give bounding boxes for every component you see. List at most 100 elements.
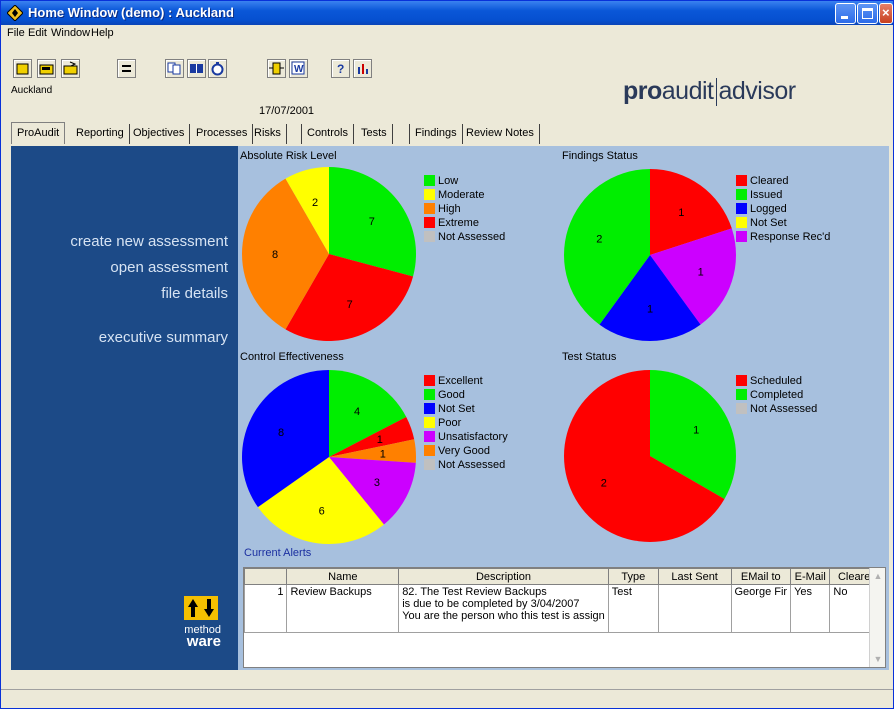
legend-swatch bbox=[424, 389, 435, 400]
col-header-email-to[interactable]: EMail to bbox=[730, 568, 792, 585]
legend-swatch bbox=[424, 217, 435, 228]
new-button[interactable] bbox=[13, 59, 32, 78]
book-button[interactable] bbox=[187, 59, 206, 78]
tab-findings[interactable]: Findings bbox=[409, 124, 463, 144]
legend-item: Not Set bbox=[736, 216, 830, 230]
risk-chart-title: Absolute Risk Level bbox=[240, 150, 337, 162]
scroll-up-icon[interactable]: ▲ bbox=[871, 569, 885, 583]
row-number: 1 bbox=[244, 584, 288, 633]
file-details-link[interactable]: file details bbox=[161, 285, 228, 302]
slice-value-label: 3 bbox=[374, 477, 380, 489]
alerts-grid[interactable]: Name Description Type Last Sent EMail to… bbox=[243, 567, 886, 668]
table-row[interactable]: 1 Review Backups 82. The Test Review Bac… bbox=[244, 584, 885, 633]
slice-value-label: 1 bbox=[693, 424, 699, 436]
cell-type[interactable]: Test bbox=[607, 584, 659, 633]
legend-label: Not Assessed bbox=[438, 459, 506, 471]
tab-objectives[interactable]: Objectives bbox=[128, 124, 191, 144]
legend-item: Good bbox=[424, 388, 508, 402]
legend-label: Not Set bbox=[750, 217, 787, 229]
word-export-button[interactable]: W bbox=[289, 59, 308, 78]
legend-item: Excellent bbox=[424, 374, 508, 388]
tab-proaudit[interactable]: ProAudit bbox=[11, 122, 66, 144]
legend-label: Logged bbox=[750, 203, 787, 215]
tab-tests[interactable]: Tests bbox=[356, 124, 393, 144]
legend-swatch bbox=[736, 389, 747, 400]
import-button[interactable] bbox=[267, 59, 286, 78]
legend-label: Not Assessed bbox=[750, 403, 818, 415]
open-assessment-link[interactable]: open assessment bbox=[110, 259, 228, 276]
legend-swatch bbox=[736, 231, 747, 242]
legend-item: Low bbox=[424, 174, 505, 188]
minimize-button[interactable] bbox=[835, 3, 856, 24]
menu-file[interactable]: File bbox=[7, 27, 25, 39]
question-icon: ? bbox=[337, 62, 344, 76]
sidebar: create new assessment open assessment fi… bbox=[11, 146, 238, 670]
close-button[interactable]: × bbox=[879, 3, 893, 24]
description-line: is due to be completed by 3/04/2007 bbox=[402, 598, 580, 610]
title-bar[interactable]: Home Window (demo) : Auckland × bbox=[1, 1, 893, 25]
scroll-down-icon[interactable]: ▼ bbox=[871, 652, 885, 666]
chart-button[interactable] bbox=[353, 59, 372, 78]
tab-reporting[interactable]: Reporting bbox=[71, 124, 130, 144]
alerts-scrollbar[interactable]: ▲ ▼ bbox=[869, 568, 885, 667]
folder-icon bbox=[39, 64, 54, 75]
legend-swatch bbox=[736, 203, 747, 214]
stopwatch-button[interactable] bbox=[208, 59, 227, 78]
legend-swatch bbox=[736, 189, 747, 200]
menu-edit[interactable]: Edit bbox=[28, 27, 47, 39]
import-icon bbox=[269, 62, 284, 75]
legend-item: Issued bbox=[736, 188, 830, 202]
risk-pie-chart: 7 7 8 2 bbox=[242, 167, 416, 341]
col-header-type[interactable]: Type bbox=[607, 568, 659, 585]
findings-pie-chart: 1 1 1 2 bbox=[564, 169, 736, 341]
svg-text:W: W bbox=[294, 64, 304, 75]
open-folder-button[interactable] bbox=[61, 59, 80, 78]
control-legend: Excellent Good Not Set Poor Unsatisfactory Ve… bbox=[424, 374, 508, 472]
book-icon bbox=[190, 64, 203, 73]
col-header-num[interactable] bbox=[244, 568, 288, 585]
col-header-name[interactable]: Name bbox=[286, 568, 400, 585]
cell-name[interactable]: Review Backups bbox=[286, 584, 400, 633]
slice-value-label: 2 bbox=[601, 478, 607, 490]
findings-chart-title: Findings Status bbox=[562, 150, 638, 162]
legend-swatch bbox=[736, 403, 747, 414]
tab-review-notes[interactable]: Review Notes bbox=[461, 124, 540, 144]
equals-button[interactable] bbox=[117, 59, 136, 78]
equals-icon bbox=[122, 65, 131, 72]
alerts-header-row: Name Description Type Last Sent EMail to… bbox=[244, 568, 885, 585]
cell-email-to[interactable]: George Fir bbox=[730, 584, 792, 633]
legend-item: Unsatisfactory bbox=[424, 430, 508, 444]
col-header-description[interactable]: Description bbox=[398, 568, 609, 585]
legend-swatch bbox=[424, 189, 435, 200]
legend-label: High bbox=[438, 203, 461, 215]
legend-swatch bbox=[424, 375, 435, 386]
cell-email[interactable]: Yes bbox=[790, 584, 831, 633]
open-button[interactable] bbox=[37, 59, 56, 78]
legend-item: Scheduled bbox=[736, 374, 817, 388]
col-header-last-sent[interactable]: Last Sent bbox=[657, 568, 732, 585]
slice-value-label: 1 bbox=[380, 448, 386, 460]
legend-item: Moderate bbox=[424, 188, 505, 202]
copy-button[interactable] bbox=[165, 59, 184, 78]
col-header-email[interactable]: E-Mail bbox=[790, 568, 831, 585]
cell-description[interactable]: 82. The Test Review Backups is due to be… bbox=[398, 584, 609, 633]
open-folder-icon bbox=[63, 61, 78, 75]
menu-help[interactable]: Help bbox=[91, 27, 114, 39]
tab-risks[interactable]: Risks bbox=[249, 124, 287, 144]
create-new-assessment-link[interactable]: create new assessment bbox=[70, 233, 228, 250]
legend-label: Not Assessed bbox=[438, 231, 506, 243]
risk-legend: Low Moderate High Extreme Not Assessed bbox=[424, 174, 505, 244]
window-title: Home Window (demo) : Auckland bbox=[28, 5, 234, 20]
svg-text:?: ? bbox=[337, 62, 344, 76]
executive-summary-link[interactable]: executive summary bbox=[99, 329, 228, 346]
menu-window[interactable]: Window bbox=[51, 27, 90, 39]
legend-label: Excellent bbox=[438, 375, 483, 387]
maximize-button[interactable] bbox=[857, 3, 878, 24]
help-button[interactable]: ? bbox=[331, 59, 350, 78]
cell-last-sent[interactable] bbox=[657, 584, 732, 633]
tab-controls[interactable]: Controls bbox=[301, 124, 354, 144]
stopwatch-icon bbox=[211, 62, 224, 76]
tab-processes[interactable]: Processes bbox=[191, 124, 254, 144]
legend-item: Not Assessed bbox=[424, 458, 508, 472]
legend-label: Good bbox=[438, 389, 465, 401]
